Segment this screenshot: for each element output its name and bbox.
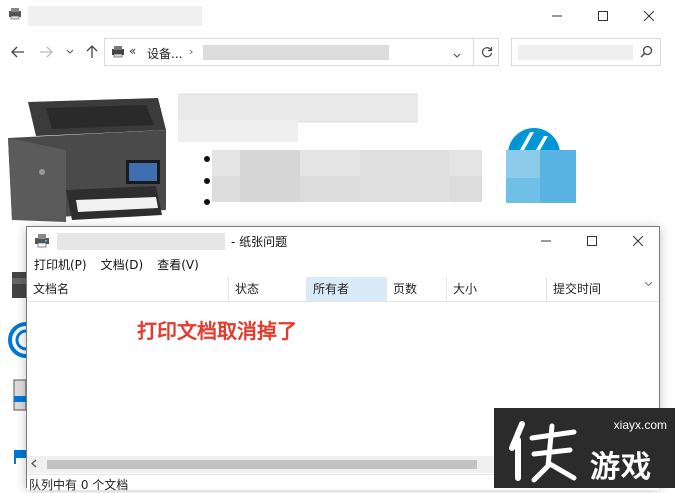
breadcrumb-redacted (203, 45, 389, 60)
arrow-left-icon (11, 46, 24, 58)
breadcrumb-separator: › (189, 45, 194, 58)
print-queue-title-bar: - 纸张问题 (27, 227, 659, 255)
printer-illustration (8, 98, 166, 222)
printer-icon (12, 272, 26, 298)
hp-logo-icon (506, 128, 576, 203)
menu-printer[interactable]: 打印机(P) (27, 255, 94, 275)
watermark-logo-icon (509, 421, 577, 483)
printer-model-redacted (178, 120, 298, 142)
bullet-point (204, 178, 210, 184)
chevron-down-icon (66, 49, 74, 54)
sort-chevron-icon (644, 273, 653, 297)
menu-document[interactable]: 文档(D) (94, 255, 151, 275)
devices-icon (111, 46, 125, 61)
printer-name-redacted (57, 233, 225, 250)
window-title-redacted (28, 6, 202, 26)
maximize-button[interactable] (580, 0, 626, 32)
up-button[interactable] (82, 42, 102, 62)
breadcrumb-overflow[interactable]: « (129, 44, 136, 58)
arrow-up-icon (86, 45, 98, 58)
annotation-text: 打印文档取消掉了 (137, 319, 297, 343)
menu-bar: 打印机(P) 文档(D) 查看(V) (27, 255, 659, 275)
minimize-button[interactable] (523, 227, 569, 255)
bullet-point (204, 156, 210, 162)
site-watermark: xiayx.com 游戏 (494, 408, 675, 488)
queue-status-text: 队列中有 0 个文档 (29, 478, 129, 492)
refresh-icon (481, 47, 493, 58)
printer-icon (34, 234, 50, 251)
refresh-button[interactable] (473, 39, 500, 65)
column-submitted-label: 提交时间 (553, 282, 602, 296)
minimize-button[interactable] (534, 0, 580, 32)
breadcrumb-devices[interactable]: 设备... (147, 45, 182, 62)
printer-info-redacted (240, 150, 300, 202)
column-size[interactable]: 大小 (447, 277, 547, 301)
printer-info-redacted (360, 150, 450, 202)
watermark-url: xiayx.com (613, 418, 667, 432)
column-pages[interactable]: 页数 (387, 277, 447, 301)
column-header-row: 文档名 状态 所有者 页数 大小 提交时间 (27, 277, 659, 302)
scrollbar-thumb[interactable] (47, 460, 477, 469)
menu-view[interactable]: 查看(V) (150, 255, 206, 275)
search-field[interactable] (511, 38, 661, 66)
printer-app-icon (8, 8, 22, 20)
printer-icon (14, 450, 26, 464)
back-button[interactable] (8, 42, 28, 62)
bullet-point (204, 199, 210, 205)
column-status[interactable]: 状态 (229, 277, 307, 301)
close-button[interactable] (615, 227, 661, 255)
printer-name-redacted (178, 93, 418, 123)
search-placeholder-redacted (518, 45, 633, 60)
column-owner[interactable]: 所有者 (307, 277, 387, 301)
fax-icon (8, 322, 26, 358)
search-icon[interactable] (640, 45, 653, 61)
scroll-left-icon[interactable] (31, 458, 37, 471)
column-submitted[interactable]: 提交时间 (547, 277, 659, 301)
arrow-right-icon (40, 46, 53, 58)
recent-locations-button[interactable] (60, 42, 80, 62)
chevron-down-icon (453, 53, 461, 58)
explorer-title-bar (0, 0, 675, 32)
column-document-name[interactable]: 文档名 (27, 277, 229, 301)
forward-button[interactable] (36, 42, 56, 62)
document-printer-icon (13, 379, 26, 411)
window-title: - 纸张问题 (231, 235, 288, 249)
address-history-dropdown[interactable] (453, 48, 461, 62)
address-bar[interactable]: « 设备... › (104, 38, 499, 66)
close-button[interactable] (626, 0, 672, 32)
watermark-text: 游戏 (590, 450, 652, 485)
maximize-button[interactable] (569, 227, 615, 255)
